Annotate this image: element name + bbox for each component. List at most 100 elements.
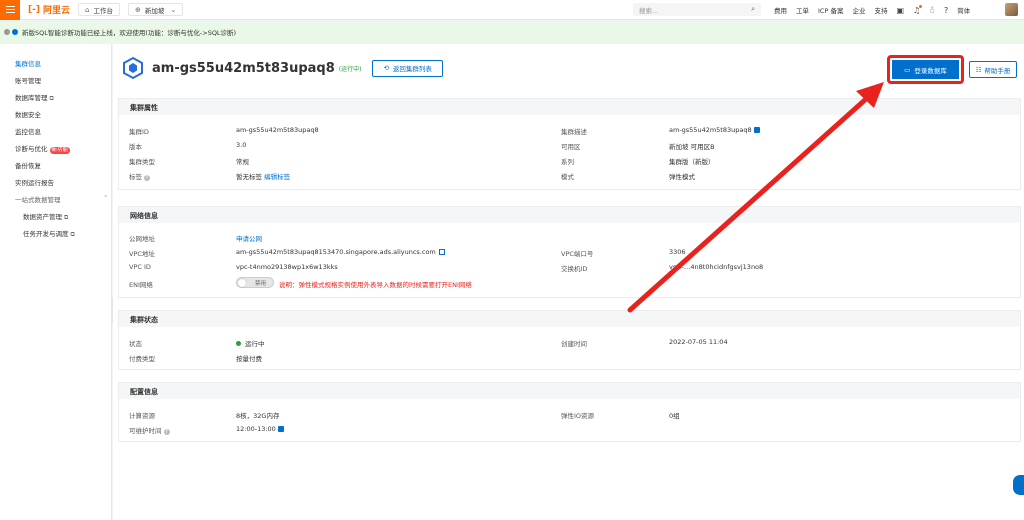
sidebar-item-label: 任务开发与调度 [23, 230, 69, 238]
tags-value-wrap: 暂无标签 编辑标签 [236, 171, 290, 181]
sidebar: 集群信息 账号管理 数据库管理 ⧉ 数据安全 监控信息 诊断与优化 新功能 备份恢复… [0, 44, 112, 520]
card-network-info: 网络信息 公网地址 申请公网 VPC地址 am-gs55u42m5t83upaq… [118, 206, 1021, 298]
logo-mark: [-] [28, 4, 40, 15]
monitor-icon: ▭ [904, 65, 911, 74]
vpc-address-wrap: am-gs55u42m5t83upaq8153470.singapore.ads… [236, 248, 445, 256]
workbench-label: 工作台 [93, 6, 113, 15]
eni-note: 说明：弹性模式规格实例使用外表导入数据的时候需要打开ENI网络 [279, 281, 472, 289]
help-manual-button[interactable]: ☷ 帮助手册 [969, 61, 1017, 78]
cluster-type-value: 常规 [236, 158, 249, 166]
cluster-id-value: am-gs55u42m5t83upaq8 [236, 126, 319, 134]
cluster-icon [123, 56, 143, 80]
manual-icon: ☷ [975, 65, 982, 74]
region-selector[interactable]: ⊕ 新加坡 ⌄ [127, 3, 184, 16]
section-title: 集群状态 [119, 311, 1020, 327]
notice-dots-icon [4, 29, 18, 35]
top-link-tickets[interactable]: 工单 [796, 5, 809, 15]
field-label: 模式 [561, 173, 574, 181]
eni-toggle[interactable]: 禁用 [236, 277, 274, 288]
field-label: 集群ID [129, 128, 149, 136]
sidebar-item-security[interactable]: 数据安全 [15, 109, 41, 119]
sidebar-item-label: 数据库管理 [15, 94, 48, 102]
notice-text: 新版SQL智能诊断功能已经上线，欢迎使用(功能：诊断与优化->SQL诊断) [22, 29, 237, 37]
menu-icon[interactable] [0, 0, 20, 20]
sidebar-item-backup[interactable]: 备份恢复 [15, 160, 41, 170]
workbench-button[interactable]: ⌂ 工作台 [77, 3, 120, 16]
field-label: 公网地址 [129, 235, 155, 243]
chevron-up-icon: ⌃ [103, 194, 109, 202]
field-label: VPC端口号 [561, 250, 594, 258]
field-label: VPC ID [129, 263, 151, 271]
sidebar-item-accounts[interactable]: 账号管理 [15, 75, 41, 85]
terminal-icon[interactable]: ▣ [896, 6, 904, 15]
sidebar-item-label: 备份恢复 [15, 162, 41, 170]
field-label: 可用区 [561, 143, 581, 151]
sidebar-item-label: 诊断与优化 [15, 145, 48, 153]
search-input[interactable]: 搜索... ⌕ [633, 3, 761, 16]
login-highlight-box: ▭ 登录数据库 [887, 55, 964, 84]
top-link-enterprise[interactable]: 企业 [852, 5, 865, 15]
home-icon: ⌂ [84, 5, 90, 14]
field-label: 集群类型 [129, 158, 155, 166]
field-label: 弹性IO资源 [561, 412, 595, 420]
floating-help-button[interactable] [1013, 475, 1024, 495]
zone-value: 新加坡 可用区B [669, 143, 715, 151]
aliyun-logo[interactable]: [-] 阿里云 [28, 3, 70, 17]
sidebar-item-diagnosis[interactable]: 诊断与优化 新功能 [15, 143, 71, 154]
card-cluster-attributes: 集群属性 集群ID am-gs55u42m5t83upaq8 版本 3.0 集群… [118, 98, 1021, 190]
back-button-label: 返回集群列表 [392, 65, 432, 73]
logo-text: 阿里云 [42, 6, 70, 16]
copy-icon[interactable] [438, 249, 445, 255]
new-badge: 新功能 [49, 147, 71, 154]
search-icon[interactable]: ⌕ [751, 5, 755, 14]
help-icon[interactable]: ? [944, 6, 948, 15]
sidebar-item-data-assets[interactable]: 数据资产管理 ⧉ [23, 211, 68, 222]
section-title: 配置信息 [119, 383, 1020, 399]
card-config-info: 配置信息 计算资源 8核，32G内存 可维护时间? 12:00-13:00 弹性… [118, 382, 1021, 442]
sidebar-group-data-management[interactable]: 一站式数据管理 ⌃ [15, 194, 108, 204]
vpc-address-value: am-gs55u42m5t83upaq8153470.singapore.ads… [236, 248, 436, 256]
back-to-list-button[interactable]: ⟲ 返回集群列表 [372, 59, 443, 77]
top-link-support[interactable]: 支持 [874, 5, 887, 15]
bell-icon[interactable]: ♫ [913, 4, 923, 15]
field-label: 付费类型 [129, 355, 155, 363]
status-value: 运行中 [245, 340, 265, 348]
login-database-button[interactable]: ▭ 登录数据库 [892, 60, 959, 79]
question-icon[interactable]: ? [163, 429, 170, 435]
vpc-port-value: 3306 [669, 248, 686, 256]
section-title: 网络信息 [119, 207, 1020, 223]
tags-value: 暂无标签 [236, 173, 262, 181]
field-label: ENI网络 [129, 281, 153, 289]
vswitch-id-value: vsw-…4n8t0hcidnfgsvj13no8 [669, 263, 764, 271]
region-label: 新加坡 [144, 6, 165, 15]
field-label: 创建时间 [561, 340, 587, 348]
help-button-label: 帮助手册 [984, 66, 1011, 75]
sidebar-item-monitoring[interactable]: 监控信息 [15, 126, 41, 136]
maint-label-wrap: 可维护时间? [129, 425, 170, 435]
top-link-fees[interactable]: 费用 [774, 5, 787, 15]
edit-icon[interactable] [753, 127, 760, 133]
sidebar-item-report[interactable]: 实例运行报告 [15, 177, 54, 187]
field-label: 交换机ID [561, 265, 588, 273]
language-selector[interactable]: 简体 [957, 5, 970, 15]
edit-tags-link[interactable]: 编辑标签 [264, 173, 290, 181]
status-tag: (运行中) [338, 65, 362, 73]
edit-icon[interactable] [277, 426, 284, 432]
sidebar-item-database[interactable]: 数据库管理 ⧉ [15, 92, 54, 103]
lightbulb-icon[interactable]: ♁ [929, 6, 935, 15]
mode-value: 弹性模式 [669, 173, 695, 181]
sidebar-item-task-dev[interactable]: 任务开发与调度 ⧉ [23, 228, 75, 239]
avatar[interactable] [1005, 3, 1018, 16]
chevron-down-icon: ⌄ [170, 5, 177, 14]
sidebar-item-label: 集群信息 [15, 60, 41, 68]
apply-public-address-link[interactable]: 申请公网 [236, 233, 262, 243]
field-label: 计算资源 [129, 412, 155, 420]
top-links: 费用 工单 ICP 备案 企业 支持 ▣ ♫ ♁ ? 简体 [774, 0, 970, 20]
running-dot-icon [236, 341, 241, 346]
question-icon[interactable]: ? [144, 175, 150, 181]
field-label: 系列 [561, 158, 574, 166]
sidebar-item-cluster-info[interactable]: 集群信息 [15, 58, 41, 68]
sidebar-item-label: 账号管理 [15, 77, 41, 85]
field-label: VPC地址 [129, 250, 155, 258]
top-link-icp[interactable]: ICP 备案 [818, 5, 843, 15]
